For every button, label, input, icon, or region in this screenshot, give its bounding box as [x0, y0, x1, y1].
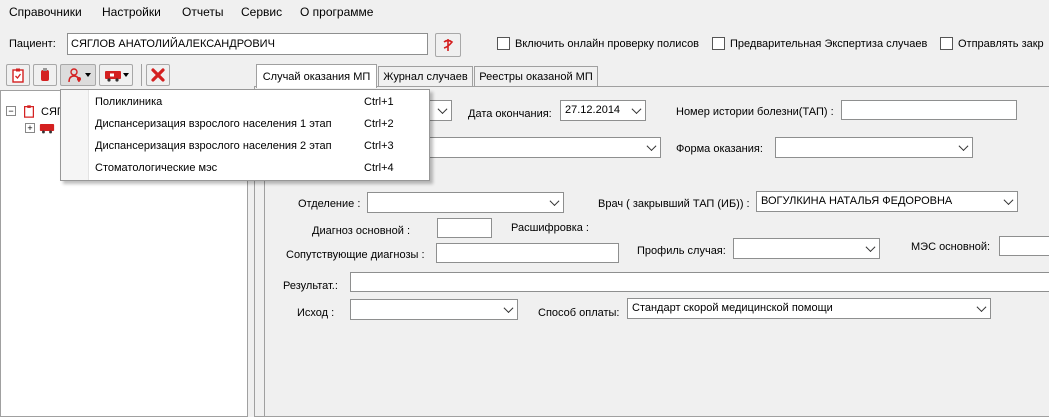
payment-combo[interactable]: Стандарт скорой медицинской помощи — [627, 298, 991, 319]
result-input[interactable] — [350, 272, 1049, 292]
outcome-label: Исход : — [297, 307, 335, 319]
profile-combo[interactable] — [733, 238, 880, 259]
patient-search-button[interactable] — [435, 33, 461, 57]
blood-bag-button[interactable] — [33, 64, 57, 86]
form-combo[interactable] — [775, 137, 973, 158]
tree-collapse-toggle[interactable]: − — [6, 106, 16, 116]
menu-item-label: Диспансеризация взрослого населения 1 эт… — [95, 118, 332, 130]
menu-item-polyclinic[interactable]: Поликлиника Ctrl+1 — [61, 91, 429, 113]
chevron-down-icon — [864, 242, 876, 255]
menu-item-shortcut: Ctrl+4 — [364, 162, 394, 174]
menu-item-dental[interactable]: Стоматологические мэс Ctrl+4 — [61, 157, 429, 179]
blood-bag-icon — [41, 68, 49, 81]
case-type-combo[interactable] — [426, 137, 661, 158]
ambulance-icon — [39, 123, 55, 134]
chevron-down-icon — [436, 104, 448, 117]
menu-bar: Справочники Настройки Отчеты Сервис О пр… — [0, 0, 1049, 24]
pre-expertise-label: Предварительная Экспертиза случаев — [730, 38, 928, 50]
clipboard-button[interactable] — [6, 64, 30, 86]
department-combo[interactable] — [367, 192, 564, 213]
link-icon — [443, 39, 454, 51]
patient-label: Пациент: — [9, 38, 56, 50]
history-input[interactable] — [841, 100, 1017, 120]
payment-value: Стандарт скорой медицинской помощи — [632, 302, 833, 314]
menu-reports[interactable]: Отчеты — [182, 5, 223, 19]
ambulance-icon — [105, 71, 121, 82]
online-check-checkbox[interactable] — [497, 37, 510, 50]
menu-item-label: Стоматологические мэс — [95, 162, 218, 174]
tab-registries[interactable]: Реестры оказаной МП — [474, 66, 598, 86]
department-label: Отделение : — [298, 198, 361, 210]
mes-input[interactable] — [999, 236, 1049, 256]
main-diag-input[interactable] — [437, 218, 492, 238]
send-checkbox[interactable] — [940, 37, 953, 50]
concomitant-input[interactable] — [436, 243, 619, 263]
chevron-down-icon — [502, 303, 514, 316]
doctor-label: Врач ( закрывший ТАП (ИБ)) : — [598, 198, 750, 210]
menu-item-dispensary-1[interactable]: Диспансеризация взрослого населения 1 эт… — [61, 113, 429, 135]
doctor-value: ВОГУЛКИНА НАТАЛЬЯ ФЕДОРОВНА — [761, 195, 953, 207]
menu-item-label: Диспансеризация взрослого населения 2 эт… — [95, 140, 332, 152]
clipboard-icon — [24, 105, 34, 118]
add-case-dropdown-button[interactable] — [60, 64, 96, 86]
menu-about[interactable]: О программе — [300, 5, 373, 19]
menu-item-shortcut: Ctrl+3 — [364, 140, 394, 152]
menu-item-dispensary-2[interactable]: Диспансеризация взрослого населения 2 эт… — [61, 135, 429, 157]
result-label: Результат.: — [283, 280, 338, 292]
form-label: Форма оказания: — [676, 143, 763, 155]
menu-item-shortcut: Ctrl+2 — [364, 118, 394, 130]
outcome-combo[interactable] — [350, 299, 518, 320]
menu-item-shortcut: Ctrl+1 — [364, 96, 394, 108]
menu-item-label: Поликлиника — [95, 96, 163, 108]
dropdown-arrow-icon — [123, 73, 129, 77]
tree-expand-toggle[interactable]: + — [25, 123, 35, 133]
patient-field[interactable]: СЯГЛОВ АНАТОЛИЙАЛЕКСАНДРОВИЧ — [67, 33, 428, 55]
chevron-down-icon — [957, 141, 969, 154]
doctor-combo[interactable]: ВОГУЛКИНА НАТАЛЬЯ ФЕДОРОВНА — [756, 191, 1018, 212]
toolbar-separator — [141, 64, 142, 86]
menu-settings[interactable]: Настройки — [102, 5, 161, 19]
end-date-value: 27.12.2014 — [565, 104, 621, 116]
tab-journal[interactable]: Журнал случаев — [378, 66, 473, 86]
online-check-label: Включить онлайн проверку полисов — [515, 38, 700, 50]
chevron-down-icon — [1002, 195, 1014, 208]
ambulance-dropdown-button[interactable] — [99, 64, 133, 86]
chevron-down-icon — [548, 196, 560, 209]
send-label: Отправлять закр — [958, 38, 1044, 50]
decode-label: Расшифровка : — [511, 222, 589, 234]
main-diag-label: Диагноз основной : — [312, 225, 410, 237]
close-icon — [151, 68, 165, 82]
chevron-down-icon — [630, 104, 642, 117]
end-date-picker[interactable]: 27.12.2014 — [560, 100, 646, 121]
add-case-menu: Поликлиника Ctrl+1 Диспансеризация взрос… — [60, 89, 430, 181]
chevron-down-icon — [975, 302, 987, 315]
tab-case[interactable]: Случай оказания МП — [256, 64, 377, 88]
menu-directories[interactable]: Справочники — [9, 5, 82, 19]
delete-button[interactable] — [146, 64, 170, 86]
end-date-label: Дата окончания: — [468, 108, 552, 120]
mes-label: МЭС основной: — [911, 241, 991, 253]
chevron-down-icon — [645, 141, 657, 154]
clipboard-icon — [12, 68, 24, 83]
concomitant-label: Сопутствующие диагнозы : — [286, 249, 425, 261]
pre-expertise-checkbox[interactable] — [712, 37, 725, 50]
dropdown-arrow-icon — [85, 73, 91, 77]
doctor-icon — [68, 68, 81, 83]
menu-service[interactable]: Сервис — [241, 5, 282, 19]
history-label: Номер истории болезни(ТАП) : — [676, 106, 834, 118]
profile-label: Профиль случая: — [637, 245, 726, 257]
payment-label: Способ оплаты: — [538, 307, 620, 319]
